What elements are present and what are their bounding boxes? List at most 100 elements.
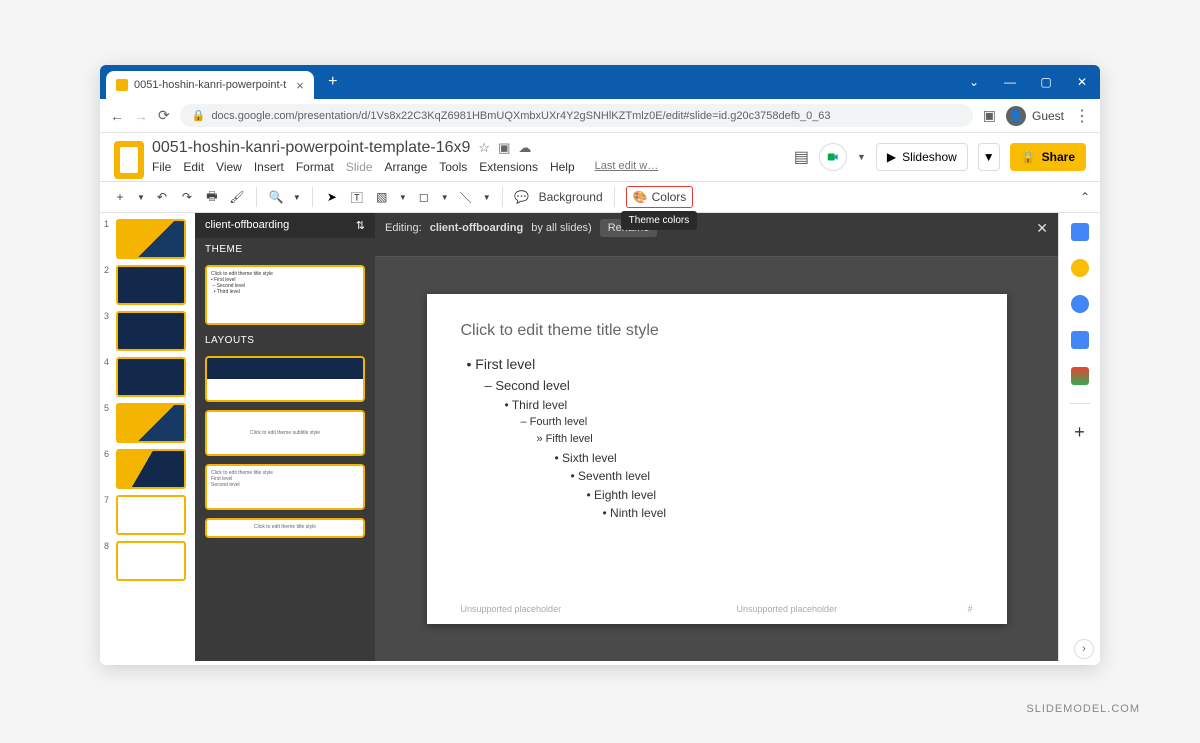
tab-title: 0051-hoshin-kanri-powerpoint-t — [134, 79, 286, 91]
maps-icon[interactable] — [1071, 367, 1089, 385]
ruler[interactable] — [375, 243, 1058, 257]
zoom-icon[interactable]: 🔍 — [268, 190, 284, 204]
shape-icon[interactable]: ◻ — [416, 190, 432, 204]
layout-card[interactable]: Click to edit theme title style — [205, 518, 365, 538]
add-on-icon[interactable]: + — [1074, 422, 1085, 443]
theme-menu-icon[interactable]: ⇅ — [356, 219, 365, 232]
avatar-icon: 👤 — [1006, 106, 1026, 126]
colors-button[interactable]: 🎨 Colors Theme colors — [626, 186, 694, 208]
slide-thumb[interactable] — [116, 403, 186, 443]
slide-thumb[interactable] — [116, 311, 186, 351]
thumb-number: 7 — [104, 495, 112, 535]
calendar-icon[interactable] — [1071, 223, 1089, 241]
master-slide[interactable]: Click to edit theme title style • First … — [427, 294, 1007, 624]
layout-card[interactable]: Click to edit theme title styleFirst lev… — [205, 464, 365, 510]
slide-body-placeholder[interactable]: • First level – Second level • Third lev… — [461, 354, 973, 523]
contacts-icon[interactable] — [1071, 331, 1089, 349]
move-icon[interactable]: ▣ — [498, 140, 510, 156]
address-bar: ← → ⟳ 🔒 docs.google.com/presentation/d/1… — [100, 99, 1100, 133]
install-icon[interactable]: ▣ — [983, 107, 996, 124]
list-level: • Eighth level — [587, 486, 973, 505]
new-tab-button[interactable]: + — [322, 71, 344, 93]
minimize-icon[interactable]: — — [1000, 75, 1020, 89]
menu-help[interactable]: Help — [550, 160, 575, 174]
close-tab-icon[interactable]: × — [296, 78, 304, 93]
theme-section-label: THEME — [195, 238, 375, 261]
line-icon[interactable]: ＼ — [458, 189, 474, 206]
menu-view[interactable]: View — [216, 160, 242, 174]
kebab-menu-icon[interactable]: ⋮ — [1074, 106, 1090, 126]
close-editor-icon[interactable]: ✕ — [1036, 220, 1048, 237]
slideshow-button[interactable]: ▶ Slideshow — [876, 143, 968, 171]
slides-logo-icon[interactable] — [114, 141, 144, 179]
menu-insert[interactable]: Insert — [254, 160, 284, 174]
slide-thumb[interactable] — [116, 495, 186, 535]
image-icon[interactable]: ▧ — [374, 190, 390, 204]
back-icon[interactable]: ← — [110, 108, 124, 124]
cloud-icon[interactable]: ☁ — [518, 140, 531, 156]
browser-tab[interactable]: 0051-hoshin-kanri-powerpoint-t × — [106, 71, 314, 99]
last-edit-link[interactable]: Last edit w… — [595, 160, 659, 174]
slide-title-placeholder[interactable]: Click to edit theme title style — [461, 322, 973, 340]
tooltip: Theme colors — [621, 211, 698, 230]
tasks-icon[interactable] — [1071, 295, 1089, 313]
comment-icon[interactable]: 💬 — [514, 190, 530, 204]
slideshow-chevron-icon[interactable]: ▼ — [978, 143, 1000, 171]
palette-icon: 🎨 — [633, 190, 648, 204]
forward-icon[interactable]: → — [134, 108, 148, 124]
close-window-icon[interactable]: ✕ — [1072, 75, 1092, 89]
redo-icon[interactable]: ↷ — [179, 190, 195, 204]
layout-card[interactable]: Click to edit theme subtitle style — [205, 410, 365, 456]
slide-thumb[interactable] — [116, 357, 186, 397]
list-level: • Sixth level — [555, 449, 973, 468]
theme-master-card[interactable]: Click to edit theme title style• First l… — [205, 265, 365, 325]
thumb-number: 8 — [104, 541, 112, 581]
thumb-number: 4 — [104, 357, 112, 397]
list-level: – Fourth level — [521, 414, 973, 431]
slide-thumb[interactable] — [116, 541, 186, 581]
star-icon[interactable]: ☆ — [478, 140, 490, 156]
maximize-icon[interactable]: ▢ — [1036, 75, 1056, 89]
favicon-icon — [116, 79, 128, 91]
menu-extensions[interactable]: Extensions — [479, 160, 538, 174]
placeholder-label: Unsupported placeholder — [737, 604, 838, 614]
window-controls: ⌄ — ▢ ✕ — [964, 75, 1092, 89]
thumb-number: 2 — [104, 265, 112, 305]
meet-chevron-icon[interactable]: ▼ — [857, 152, 866, 162]
paint-format-icon[interactable]: 🖌 — [229, 190, 245, 204]
thumb-number: 5 — [104, 403, 112, 443]
print-icon[interactable]: 🖶 — [204, 187, 220, 208]
reload-icon[interactable]: ⟳ — [158, 107, 170, 124]
share-button[interactable]: 🔒 Share — [1010, 143, 1086, 171]
doc-title[interactable]: 0051-hoshin-kanri-powerpoint-template-16… — [152, 139, 470, 157]
side-panel-toggle-icon[interactable]: › — [1074, 639, 1094, 659]
keep-icon[interactable] — [1071, 259, 1089, 277]
menu-arrange[interactable]: Arrange — [385, 160, 428, 174]
menu-file[interactable]: File — [152, 160, 171, 174]
profile-button[interactable]: 👤 Guest — [1006, 106, 1064, 126]
url-field[interactable]: 🔒 docs.google.com/presentation/d/1Vs8x22… — [180, 104, 973, 127]
layout-card[interactable] — [205, 356, 365, 402]
canvas[interactable]: Click to edit theme title style • First … — [375, 257, 1058, 661]
thumb-number: 3 — [104, 311, 112, 351]
slide-thumb[interactable] — [116, 219, 186, 259]
menu-slide[interactable]: Slide — [346, 160, 373, 174]
textbox-icon[interactable]: 🅃 — [349, 189, 365, 206]
theme-editor: Editing: client-offboarding by all slide… — [375, 213, 1058, 661]
slide-thumb[interactable] — [116, 449, 186, 489]
background-button[interactable]: Background — [539, 190, 603, 204]
chevron-down-icon[interactable]: ⌄ — [964, 75, 984, 89]
menu-edit[interactable]: Edit — [183, 160, 204, 174]
new-slide-icon[interactable]: + — [112, 190, 128, 204]
menu-tools[interactable]: Tools — [439, 160, 467, 174]
undo-icon[interactable]: ↶ — [154, 190, 170, 204]
comments-icon[interactable]: ▤ — [794, 147, 809, 167]
collapse-toolbar-icon[interactable]: ⌃ — [1080, 190, 1090, 204]
placeholder-label: Unsupported placeholder — [461, 604, 562, 614]
select-icon[interactable]: ➤ — [324, 190, 340, 204]
slide-thumb[interactable] — [116, 265, 186, 305]
menu-format[interactable]: Format — [296, 160, 334, 174]
divider — [1070, 403, 1090, 404]
theme-panel: client-offboarding ⇅ THEME Click to edit… — [195, 213, 375, 661]
meet-button[interactable] — [819, 143, 847, 171]
